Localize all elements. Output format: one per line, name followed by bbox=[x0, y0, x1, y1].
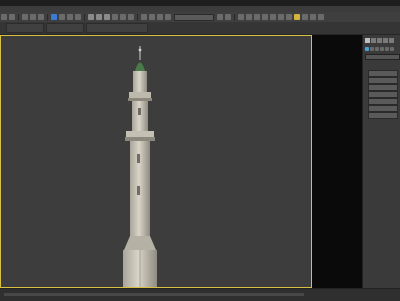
create-torus-button[interactable] bbox=[368, 91, 398, 98]
angle-snap-icon[interactable] bbox=[149, 14, 155, 20]
align-icon[interactable] bbox=[225, 14, 231, 20]
upper-window bbox=[138, 108, 141, 115]
status-bar bbox=[0, 288, 400, 301]
empty-viewport-region bbox=[312, 35, 362, 288]
upper-balcony-corbel bbox=[128, 98, 152, 101]
curve-editor-icon[interactable] bbox=[262, 14, 268, 20]
toolbar-separator bbox=[47, 13, 48, 21]
upper-shaft bbox=[132, 101, 148, 131]
toolbar-separator bbox=[234, 13, 235, 21]
shaft-transition bbox=[124, 236, 156, 250]
space-warps-category-icon[interactable] bbox=[390, 47, 394, 51]
percent-snap-icon[interactable] bbox=[157, 14, 163, 20]
unlink-icon[interactable] bbox=[30, 14, 36, 20]
move-icon[interactable] bbox=[88, 14, 94, 20]
rollout-name-and-color[interactable] bbox=[365, 121, 399, 125]
bind-space-warp-icon[interactable] bbox=[38, 14, 44, 20]
minaret-model[interactable] bbox=[1, 36, 311, 287]
scale-icon[interactable] bbox=[104, 14, 110, 20]
create-cylinder-button[interactable] bbox=[368, 84, 398, 91]
primitive-type-dropdown[interactable] bbox=[365, 54, 400, 60]
middle-balcony bbox=[126, 131, 154, 137]
selection-region-icon[interactable] bbox=[67, 14, 73, 20]
select-object-icon[interactable] bbox=[51, 14, 57, 20]
toolbar-separator bbox=[18, 13, 19, 21]
rendered-frame-window-icon[interactable] bbox=[294, 14, 300, 20]
ribbon-group-freeform[interactable] bbox=[46, 23, 84, 33]
cameras-category-icon[interactable] bbox=[380, 47, 384, 51]
finial-ball bbox=[138, 48, 142, 52]
middle-balcony-corbel bbox=[125, 137, 155, 141]
select-by-name-icon[interactable] bbox=[59, 14, 65, 20]
top-shaft bbox=[133, 71, 147, 93]
mirror-icon[interactable] bbox=[217, 14, 223, 20]
command-panel-tabs bbox=[365, 38, 395, 43]
render-in-cloud-icon[interactable] bbox=[310, 14, 316, 20]
perspective-viewport[interactable] bbox=[0, 35, 312, 288]
geometry-category-icon[interactable] bbox=[365, 47, 369, 51]
spinner-snap-icon[interactable] bbox=[165, 14, 171, 20]
create-plane-button[interactable] bbox=[368, 112, 398, 119]
upper-balcony bbox=[129, 92, 151, 98]
create-sphere-button[interactable] bbox=[368, 77, 398, 84]
render-setup-icon[interactable] bbox=[286, 14, 292, 20]
window-crossing-icon[interactable] bbox=[75, 14, 81, 20]
shaft-window-1 bbox=[137, 154, 140, 163]
hierarchy-tab-icon[interactable] bbox=[377, 38, 382, 43]
pivot-center-icon[interactable] bbox=[120, 14, 126, 20]
display-tab-icon[interactable] bbox=[389, 38, 394, 43]
create-teapot-button[interactable] bbox=[368, 98, 398, 105]
time-slider-track[interactable] bbox=[4, 293, 304, 296]
scene-explorer-icon[interactable] bbox=[238, 14, 244, 20]
manipulate-icon[interactable] bbox=[128, 14, 134, 20]
command-panel bbox=[362, 35, 400, 288]
snaps-toggle-icon[interactable] bbox=[141, 14, 147, 20]
create-tab-icon[interactable] bbox=[365, 38, 370, 43]
modify-tab-icon[interactable] bbox=[371, 38, 376, 43]
rotate-icon[interactable] bbox=[96, 14, 102, 20]
named-selection-sets-dropdown[interactable] bbox=[174, 13, 214, 21]
toolbar-separator bbox=[137, 13, 138, 21]
link-icon[interactable] bbox=[22, 14, 28, 20]
layer-explorer-icon[interactable] bbox=[246, 14, 252, 20]
create-textplus-button[interactable] bbox=[368, 105, 398, 112]
create-box-button[interactable] bbox=[368, 70, 398, 77]
redo-icon[interactable] bbox=[9, 14, 15, 20]
motion-tab-icon[interactable] bbox=[383, 38, 388, 43]
cone-roof bbox=[135, 62, 145, 71]
graphite-ribbon-icon[interactable] bbox=[254, 14, 260, 20]
undo-icon[interactable] bbox=[1, 14, 7, 20]
rollout-object-type[interactable] bbox=[365, 63, 399, 67]
a360-gallery-icon[interactable] bbox=[318, 14, 324, 20]
create-categories bbox=[365, 47, 395, 51]
toolbar-separator bbox=[84, 13, 85, 21]
material-editor-icon[interactable] bbox=[278, 14, 284, 20]
ribbon-group-modeling[interactable] bbox=[6, 23, 44, 33]
shapes-category-icon[interactable] bbox=[370, 47, 374, 51]
render-production-icon[interactable] bbox=[302, 14, 308, 20]
schematic-view-icon[interactable] bbox=[270, 14, 276, 20]
shaft-window-2 bbox=[137, 186, 140, 195]
ribbon-bar bbox=[0, 22, 400, 35]
reference-coordinate-icon[interactable] bbox=[112, 14, 118, 20]
ribbon-group-selection[interactable] bbox=[86, 23, 148, 33]
helpers-category-icon[interactable] bbox=[385, 47, 389, 51]
lights-category-icon[interactable] bbox=[375, 47, 379, 51]
